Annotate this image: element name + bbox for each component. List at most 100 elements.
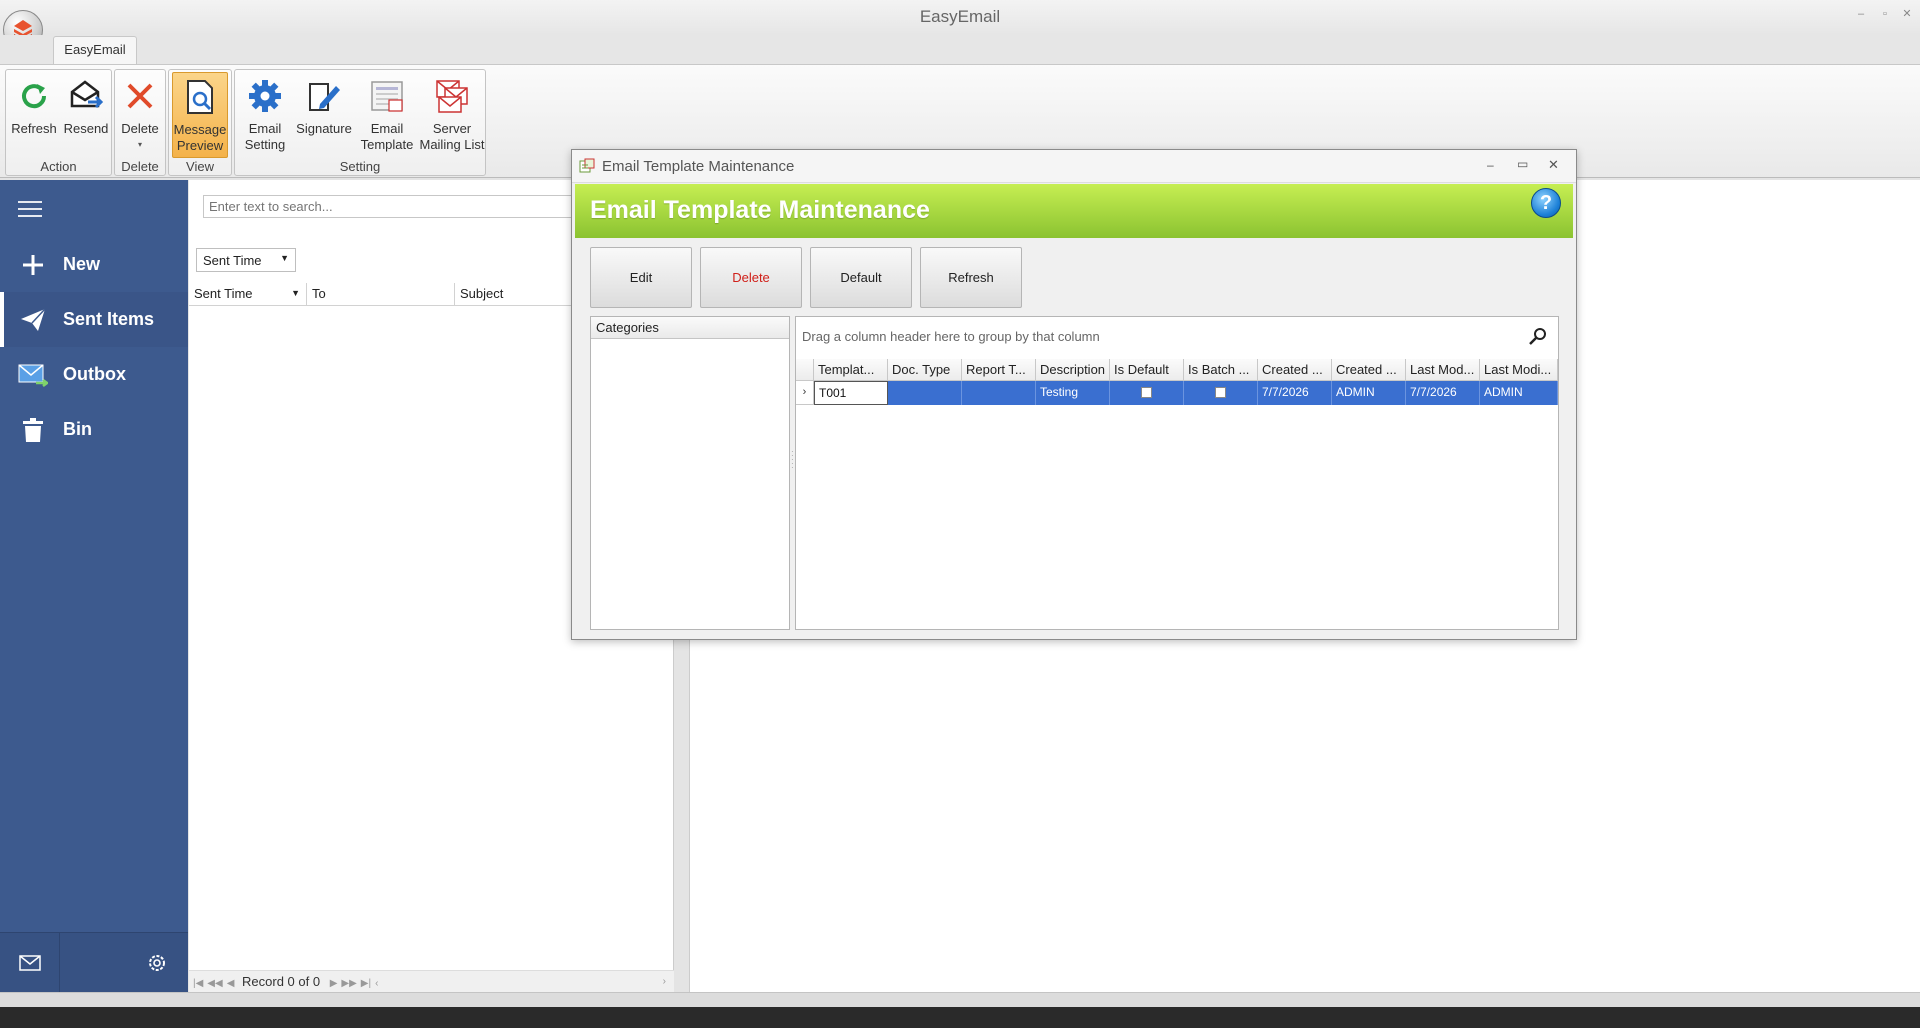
table-cell-is-batch[interactable] xyxy=(1184,381,1258,405)
gear-icon xyxy=(245,76,285,116)
status-bar xyxy=(0,992,1920,1028)
column-header-last-modified-by[interactable]: Last Modi... xyxy=(1480,359,1558,381)
row-indicator-chevron-icon[interactable]: › xyxy=(796,381,814,405)
column-header-is-batch[interactable]: Is Batch ... xyxy=(1184,359,1258,381)
server-mailing-list-button[interactable]: Server Mailing List xyxy=(419,72,485,158)
ribbon-group-view: Message Preview View xyxy=(168,69,232,176)
column-header-doc-type[interactable]: Doc. Type xyxy=(888,359,962,381)
sort-dropdown[interactable]: Sent Time ▼ xyxy=(196,248,296,272)
dialog-maximize-button[interactable]: ▭ xyxy=(1517,157,1528,171)
sidebar-item-label: Bin xyxy=(63,419,92,439)
column-header-to[interactable]: To xyxy=(307,283,455,306)
search-icon[interactable] xyxy=(1528,326,1548,346)
dialog-heading: Email Template Maintenance xyxy=(590,196,930,224)
email-template-icon xyxy=(367,76,407,116)
column-header-last-modified-date[interactable]: Last Mod... xyxy=(1406,359,1480,381)
email-template-button[interactable]: Email Template xyxy=(357,72,417,158)
column-header-sent-time[interactable]: Sent Time ▼ xyxy=(189,283,307,306)
dialog-close-button[interactable]: ✕ xyxy=(1548,157,1559,173)
refresh-icon xyxy=(14,76,54,116)
tab-easyemail[interactable]: EasyEmail xyxy=(53,36,137,65)
pager-text: Record 0 of 0 xyxy=(242,974,321,989)
mailing-list-icon xyxy=(432,76,472,116)
prev-page-icon[interactable]: ◀ xyxy=(227,978,235,989)
message-preview-button[interactable]: Message Preview xyxy=(172,72,228,158)
table-cell-template[interactable]: T001 xyxy=(814,381,888,405)
template-window-icon xyxy=(579,158,595,174)
group-label-view: View xyxy=(186,159,214,174)
delete-button[interactable]: Delete ▾ xyxy=(116,72,164,158)
table-cell-doc-type[interactable] xyxy=(888,381,962,405)
scroll-left-icon[interactable]: ‹ xyxy=(375,978,378,989)
sidebar-item-new[interactable]: New xyxy=(0,237,188,292)
trash-icon xyxy=(18,417,48,442)
group-label-delete: Delete xyxy=(121,159,159,174)
is-default-checkbox[interactable] xyxy=(1141,387,1152,399)
ribbon-group-setting: Email Setting Signature Email Template S… xyxy=(234,69,486,176)
refresh-button[interactable]: Refresh xyxy=(9,72,59,158)
plus-icon xyxy=(18,254,48,276)
dialog-window-title: Email Template Maintenance xyxy=(602,158,795,175)
table-cell-last-modified-by[interactable]: ADMIN xyxy=(1480,381,1558,405)
scroll-right-icon[interactable]: › xyxy=(663,976,666,987)
column-header-is-default[interactable]: Is Default xyxy=(1110,359,1184,381)
taskbar-strip xyxy=(0,1007,1920,1028)
next-page-icon[interactable]: ▶ xyxy=(330,978,338,989)
table-cell-created-by[interactable]: ADMIN xyxy=(1332,381,1406,405)
first-page-icon[interactable]: |◀ xyxy=(193,978,203,989)
sidebar-item-outbox[interactable]: Outbox xyxy=(0,347,188,402)
default-button[interactable]: Default xyxy=(810,247,912,308)
sidebar-item-bin[interactable]: Bin xyxy=(0,402,188,457)
table-cell-is-default[interactable] xyxy=(1110,381,1184,405)
delete-template-button[interactable]: Delete xyxy=(700,247,802,308)
column-header-description[interactable]: Description xyxy=(1036,359,1110,381)
signature-button[interactable]: Signature xyxy=(293,72,355,158)
categories-panel: Categories xyxy=(590,316,790,630)
is-batch-checkbox[interactable] xyxy=(1215,387,1226,399)
message-preview-icon xyxy=(180,77,220,117)
maximize-button[interactable]: ▫ xyxy=(1876,6,1894,22)
chevron-down-icon: ▾ xyxy=(137,140,142,149)
row-indicator-header xyxy=(796,359,814,381)
chevron-down-icon: ▼ xyxy=(280,253,289,263)
templates-grid: Drag a column header here to group by th… xyxy=(795,316,1559,630)
resend-button[interactable]: Resend xyxy=(61,72,111,158)
column-header-created-by[interactable]: Created ... xyxy=(1332,359,1406,381)
prev-page-fast-icon[interactable]: ◀◀ xyxy=(207,978,222,989)
table-cell-report-type[interactable] xyxy=(962,381,1036,405)
sidebar: New Sent Items Outbox Bin xyxy=(0,180,188,992)
next-page-fast-icon[interactable]: ▶▶ xyxy=(341,978,356,989)
help-icon[interactable]: ? xyxy=(1531,188,1561,218)
resend-icon xyxy=(66,76,106,116)
dialog-banner: Email Template Maintenance ? xyxy=(575,184,1573,238)
column-header-template[interactable]: Templat... xyxy=(814,359,888,381)
mail-icon[interactable] xyxy=(0,933,60,993)
sidebar-item-label: New xyxy=(63,254,101,274)
last-page-icon[interactable]: ▶| xyxy=(361,978,371,989)
table-cell-last-modified-date[interactable]: 7/7/2026 xyxy=(1406,381,1480,405)
categories-header: Categories xyxy=(591,317,789,339)
refresh-templates-button[interactable]: Refresh xyxy=(920,247,1022,308)
column-header-report-type[interactable]: Report T... xyxy=(962,359,1036,381)
sidebar-item-label: Outbox xyxy=(63,364,126,384)
edit-button[interactable]: Edit xyxy=(590,247,692,308)
sort-dropdown-value: Sent Time xyxy=(203,253,262,268)
paper-plane-icon xyxy=(18,307,48,332)
signature-pen-icon xyxy=(304,76,344,116)
settings-gear-icon[interactable] xyxy=(146,952,168,974)
dialog-minimize-button[interactable]: – xyxy=(1487,158,1494,172)
search-input[interactable] xyxy=(203,195,593,218)
column-header-created-date[interactable]: Created ... xyxy=(1258,359,1332,381)
hamburger-menu-icon[interactable] xyxy=(18,200,44,218)
table-cell-created-date[interactable]: 7/7/2026 xyxy=(1258,381,1332,405)
email-template-dialog: Email Template Maintenance – ▭ ✕ Email T… xyxy=(571,149,1577,640)
minimize-button[interactable]: – xyxy=(1852,6,1870,22)
close-button[interactable]: ✕ xyxy=(1898,6,1916,22)
record-pager: |◀ ◀◀ ◀ Record 0 of 0 ▶ ▶▶ ▶| ‹ › xyxy=(189,970,674,992)
sidebar-item-sent-items[interactable]: Sent Items xyxy=(0,292,188,347)
table-cell-description[interactable]: Testing xyxy=(1036,381,1110,405)
email-setting-button[interactable]: Email Setting xyxy=(239,72,291,158)
chevron-down-icon: ▼ xyxy=(291,288,300,298)
ribbon-group-action: Refresh Resend Action xyxy=(5,69,112,176)
group-by-hint[interactable]: Drag a column header here to group by th… xyxy=(802,329,1100,344)
